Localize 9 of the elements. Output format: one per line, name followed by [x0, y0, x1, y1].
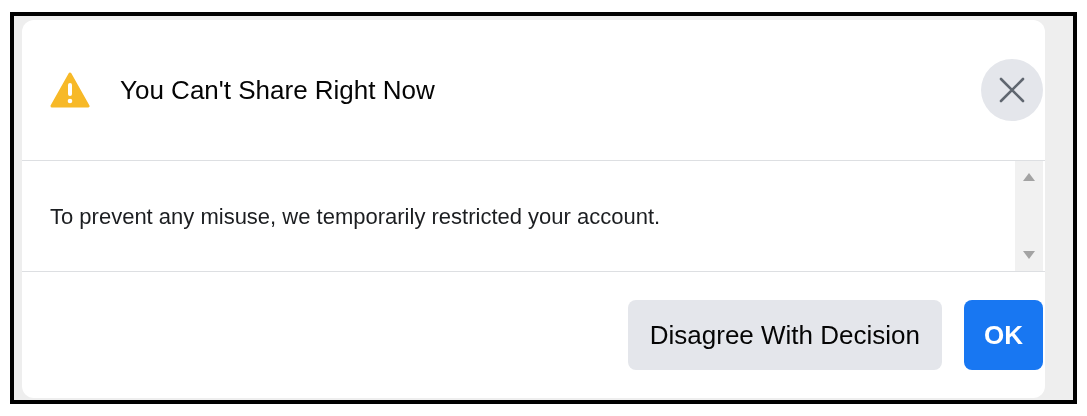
scroll-down-icon[interactable]	[1023, 251, 1035, 259]
close-icon	[999, 77, 1025, 103]
scrollbar[interactable]	[1015, 161, 1043, 271]
scroll-up-icon[interactable]	[1023, 173, 1035, 181]
disagree-button[interactable]: Disagree With Decision	[627, 300, 942, 370]
dialog-title: You Can't Share Right Now	[120, 73, 436, 107]
warning-icon	[50, 72, 90, 108]
dialog-message: To prevent any misuse, we temporarily restricted your account.	[50, 202, 661, 231]
ok-button[interactable]: OK	[964, 300, 1043, 370]
